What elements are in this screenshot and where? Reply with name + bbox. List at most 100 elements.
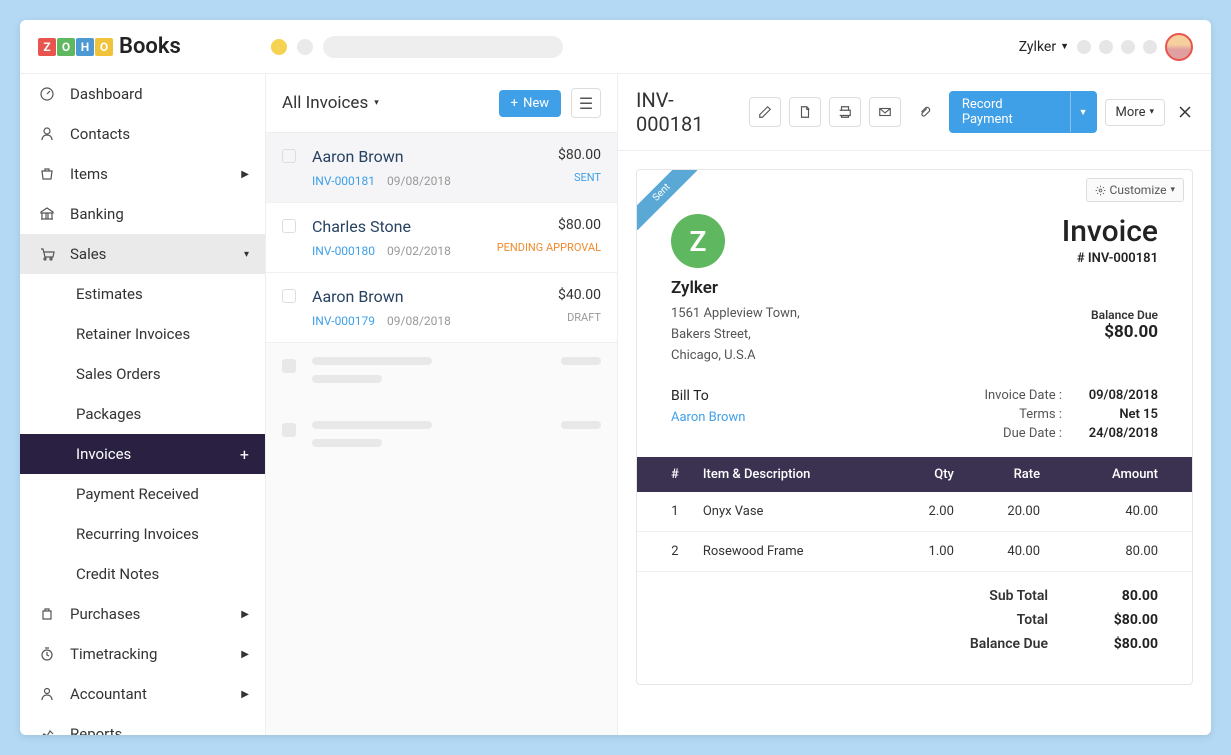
topbar-action-icon[interactable] [1099,40,1113,54]
company-address-line: 1561 Appleview Town, [671,304,800,325]
invoice-status: DRAFT [567,311,601,324]
totals-value: $80.00 [1088,636,1158,652]
sidebar-item-estimates[interactable]: Estimates [20,274,265,314]
sidebar-item-label: Banking [70,205,124,223]
company-address-line: Chicago, U.S.A [671,346,800,367]
totals-label: Total [928,612,1048,628]
sidebar-item-label: Sales [70,245,106,263]
sidebar-item-label: Dashboard [70,85,143,103]
edit-button[interactable] [749,97,781,127]
placeholder-icon [282,359,296,373]
topbar-center [271,36,563,58]
record-payment-button[interactable]: Record Payment ▼ [949,91,1097,133]
sidebar-item-dashboard[interactable]: Dashboard [20,74,265,114]
chevron-right-icon: ▶ [241,609,249,620]
attachment-button[interactable] [909,97,941,127]
company-name: Zylker [671,278,800,298]
col-header: # [637,457,691,492]
balance-due-label: Balance Due [1062,308,1158,322]
placeholder-icon [282,423,296,437]
sidebar-item-reports[interactable]: Reports [20,714,265,735]
invoice-doc-number: # INV-000181 [1062,251,1158,266]
chevron-down-icon: ▼ [1079,107,1088,118]
sidebar-item-timetracking[interactable]: Timetracking ▶ [20,634,265,674]
sidebar-item-label: Timetracking [70,645,157,663]
sidebar-item-sales-orders[interactable]: Sales Orders [20,354,265,394]
button-label: New [523,96,549,111]
chevron-down-icon: ▾ [1170,185,1175,195]
sidebar: Dashboard Contacts Items ▶ Banking Sales… [20,74,266,735]
company-address-line: Bakers Street, [671,325,800,346]
company-dropdown[interactable]: Zylker ▼ [1019,39,1069,55]
chevron-right-icon: ▶ [241,169,249,180]
topbar-action-icon[interactable] [1121,40,1135,54]
sidebar-item-payment-received[interactable]: Payment Received [20,474,265,514]
chevron-right-icon: ▶ [241,689,249,700]
sidebar-item-retainer-invoices[interactable]: Retainer Invoices [20,314,265,354]
app-window: Z O H O Books Zylker ▼ [20,20,1211,735]
sidebar-item-invoices[interactable]: Invoices + [20,434,265,474]
sidebar-item-items[interactable]: Items ▶ [20,154,265,194]
col-header: Qty [891,457,966,492]
list-filter-dropdown[interactable]: All Invoices ▾ [282,93,379,113]
sidebar-item-banking[interactable]: Banking [20,194,265,234]
reports-icon [38,725,56,735]
sidebar-item-label: Invoices [76,445,131,463]
print-button[interactable] [829,97,861,127]
chevron-down-icon: ▾ [1149,107,1154,117]
invoice-number: INV-000181 [312,174,375,188]
sidebar-item-label: Packages [76,405,141,423]
sidebar-item-contacts[interactable]: Contacts [20,114,265,154]
list-title-label: All Invoices [282,93,368,113]
chevron-down-icon: ▼ [1060,41,1069,52]
record-payment-dropdown[interactable]: ▼ [1070,91,1097,133]
invoice-title-block: Invoice # INV-000181 Balance Due $80.00 [1062,214,1158,366]
invoice-row[interactable]: Aaron Brown INV-000181 09/08/2018 $80.00… [266,133,617,203]
invoice-row[interactable]: Charles Stone INV-000180 09/02/2018 $80.… [266,203,617,273]
brand-logo: Z O H O Books [38,34,181,59]
customize-button[interactable]: Customize ▾ [1086,178,1184,202]
search-placeholder-bar[interactable] [323,36,563,58]
row-checkbox[interactable] [282,289,296,303]
dashboard-icon [38,85,56,103]
timetracking-icon [38,645,56,663]
totals-label: Sub Total [928,588,1048,604]
topbar-action-icon[interactable] [1077,40,1091,54]
detail-title: INV-000181 [636,88,741,136]
topbar-action-icon[interactable] [1143,40,1157,54]
close-button[interactable] [1177,104,1193,120]
bill-to-label: Bill To [671,388,745,404]
accountant-icon [38,685,56,703]
line-qty: 1.00 [891,532,966,572]
new-invoice-button[interactable]: + New [499,90,561,117]
sidebar-item-accountant[interactable]: Accountant ▶ [20,674,265,714]
row-checkbox[interactable] [282,219,296,233]
list-menu-button[interactable]: ☰ [571,88,601,118]
logo-letter: O [57,38,75,56]
detail-header: INV-000181 Record Payment ▼ More ▾ [618,74,1211,151]
bill-to-customer[interactable]: Aaron Brown [671,410,745,425]
logo-letter: O [95,38,113,56]
pdf-button[interactable] [789,97,821,127]
button-label: Record Payment [962,97,1057,127]
detail-body[interactable]: Customize ▾ Sent Z Zylker 1561 Appleview… [618,151,1211,735]
more-button[interactable]: More ▾ [1105,99,1165,126]
list-scroll[interactable]: Aaron Brown INV-000181 09/08/2018 $80.00… [266,133,617,735]
invoice-row[interactable]: Aaron Brown INV-000179 09/08/2018 $40.00… [266,273,617,343]
invoice-detail-pane: INV-000181 Record Payment ▼ More ▾ [618,74,1211,735]
invoice-number: INV-000179 [312,314,375,328]
placeholder-row [266,407,617,471]
sidebar-item-sales[interactable]: Sales ▾ [20,234,265,274]
user-avatar[interactable] [1165,33,1193,61]
sidebar-item-credit-notes[interactable]: Credit Notes [20,554,265,594]
invoice-number: INV-000180 [312,244,375,258]
contacts-icon [38,125,56,143]
email-button[interactable] [869,97,901,127]
sidebar-item-purchases[interactable]: Purchases ▶ [20,594,265,634]
sidebar-item-label: Payment Received [76,485,199,503]
sidebar-item-recurring-invoices[interactable]: Recurring Invoices [20,514,265,554]
sidebar-item-packages[interactable]: Packages [20,394,265,434]
row-checkbox[interactable] [282,149,296,163]
plus-icon[interactable]: + [240,445,249,464]
sidebar-item-label: Retainer Invoices [76,325,190,343]
